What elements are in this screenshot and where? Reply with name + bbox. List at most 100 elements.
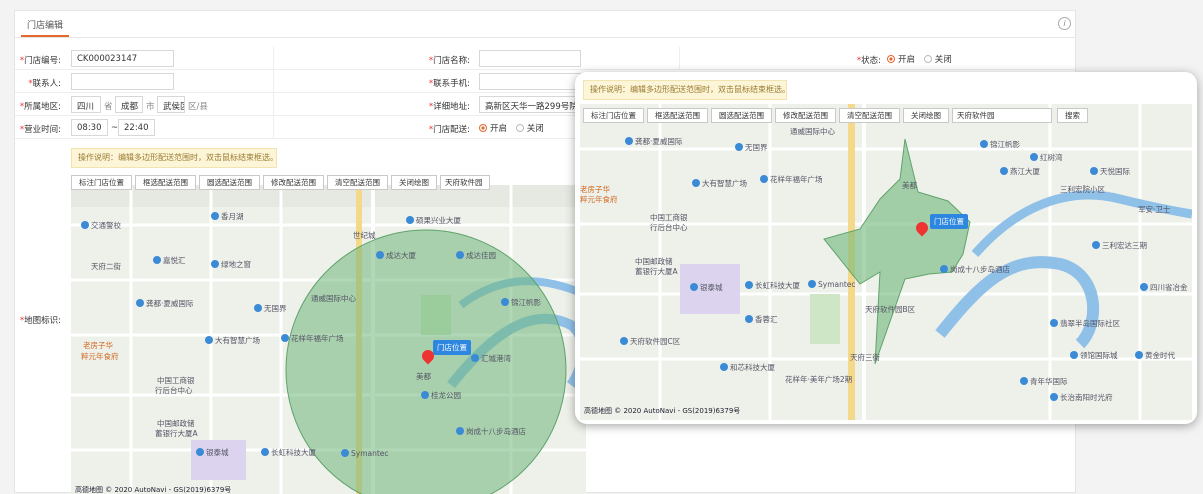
poi-label: 领馆国际城 (1080, 351, 1118, 360)
region-label: *所属地区: (19, 102, 61, 112)
poi-icon (501, 298, 509, 306)
poi-icon (735, 143, 743, 151)
poi-icon (1070, 351, 1078, 359)
clear-range-button[interactable]: 清空配送范围 (327, 175, 388, 190)
map-view[interactable]: 交通警校 嘉悦汇 香月湖 绿地之窗 龚都·夏威国际 无国界 大有智慧广场 花样年… (71, 185, 586, 494)
poi-label: 三利宏达三期 (1102, 241, 1147, 250)
store-name-label: *门店名称: (428, 56, 470, 66)
status-on-radio[interactable]: 开启 (887, 55, 915, 65)
poi-label: 花样年福年广场 (770, 175, 823, 184)
poi-icon (341, 449, 349, 457)
poi-label: 长虹科技大厦 (271, 448, 316, 457)
map-notice: 操作说明：编辑多边形配送范围时，双击鼠标结束框选。 (71, 148, 278, 168)
poi-icon (745, 315, 753, 323)
poi-label: 成达大厦 (386, 251, 416, 260)
status-radio-group: 开启 关闭 (887, 53, 958, 65)
hours-start-input[interactable]: 08:30 (71, 119, 108, 136)
poi-icon (153, 256, 161, 264)
poi-label: 天府二街 (91, 262, 121, 271)
poi-label: 银泰城 (700, 283, 723, 292)
map-mark-label: *地图标识: (19, 316, 61, 326)
poi-label: 行后台中心 (650, 223, 688, 232)
popup-search-button[interactable]: 搜索 (1057, 108, 1088, 123)
tab-bar: 门店编辑 i (15, 11, 1075, 38)
popup-circle-select-button[interactable]: 圆选配送范围 (711, 108, 772, 123)
map-toolbar: 标注门店位置 框选配送范围 圆选配送范围 修改配送范围 清空配送范围 关闭绘图 … (71, 175, 490, 190)
poi-icon (196, 448, 204, 456)
poi-label: 天府软件园C区 (630, 337, 681, 346)
delivery-on-radio[interactable]: 开启 (479, 124, 507, 134)
poi-icon (980, 140, 988, 148)
poi-label: 青年华国际 (1030, 377, 1068, 386)
popup-edit-range-button[interactable]: 修改配送范围 (775, 108, 836, 123)
city-select[interactable]: 成都 (115, 96, 143, 113)
store-name-input[interactable] (479, 50, 581, 67)
delivery-label: *门店配送: (428, 125, 470, 135)
poi-label: Symantec (818, 280, 856, 289)
poi-label: 粹元年食府 (81, 352, 119, 361)
poi-icon (1020, 377, 1028, 385)
city-unit: 市 (146, 102, 155, 112)
poi-icon (421, 391, 429, 399)
district-select[interactable]: 武侯区 (157, 96, 185, 113)
poi-icon (1140, 283, 1148, 291)
hours-end-input[interactable]: 22:40 (118, 119, 155, 136)
popup-map-view[interactable]: 龚都·夏威国际 无国界 大有智慧广场 花样年福年广场 老房子华 粹元年食府 中国… (580, 104, 1192, 420)
phone-label: *联系手机: (428, 79, 470, 89)
store-no-input[interactable]: CK000023147 (71, 50, 174, 67)
poi-icon (1030, 153, 1038, 161)
poi-label: 长虹科技大厦 (755, 281, 800, 290)
poi-label: 银泰城 (206, 448, 229, 457)
mark-store-button[interactable]: 标注门店位置 (71, 175, 132, 190)
box-select-button[interactable]: 框选配送范围 (135, 175, 196, 190)
polygon-preview-popup: 操作说明：编辑多边形配送范围时，双击鼠标结束框选。 龚都·夏威国际 无国界 大有… (575, 72, 1197, 424)
delivery-off-radio[interactable]: 关闭 (515, 124, 544, 134)
poi-label: 蓄银行大厦A (635, 267, 678, 276)
phone-input[interactable] (479, 73, 581, 90)
poi-icon (1092, 241, 1100, 249)
poi-label: 四川省冶金 (1150, 283, 1188, 292)
poi-icon (692, 179, 700, 187)
popup-box-select-button[interactable]: 框选配送范围 (647, 108, 708, 123)
close-draw-button[interactable]: 关闭绘图 (391, 175, 437, 190)
status-off-radio[interactable]: 关闭 (923, 55, 952, 65)
popup-map-copyright: 高德地图 © 2020 AutoNavi - GS(2019)6379号 (584, 407, 741, 415)
poi-label: Symantec (351, 449, 389, 458)
map-search-input[interactable]: 天府软件园 (440, 175, 490, 190)
poi-label: 岗成十八步岛酒店 (950, 265, 1010, 274)
poi-label: 岗成十八步岛酒店 (466, 427, 526, 436)
popup-close-draw-button[interactable]: 关闭绘图 (903, 108, 949, 123)
poi-icon (406, 216, 414, 224)
poi-label: 三利宏院小区 (1060, 185, 1105, 194)
poi-icon (261, 448, 269, 456)
poi-icon (620, 337, 628, 345)
poi-label: 交通警校 (91, 221, 121, 230)
poi-icon (376, 251, 384, 259)
poi-label: 天府软件园B区 (865, 305, 916, 314)
poi-icon (1000, 167, 1008, 175)
popup-mark-store-button[interactable]: 标注门店位置 (583, 108, 644, 123)
poi-icon (471, 354, 479, 362)
address-input[interactable]: 高新区天华一路299号院 (479, 96, 589, 113)
poi-label: 锦江帆影 (511, 298, 541, 307)
poi-label: 香蓉汇 (755, 315, 778, 324)
poi-icon (81, 221, 89, 229)
province-select[interactable]: 四川 (71, 96, 101, 113)
poi-icon (136, 299, 144, 307)
contact-input[interactable] (71, 73, 174, 90)
poi-icon (808, 280, 816, 288)
tab-store-edit[interactable]: 门店编辑 (21, 18, 70, 37)
poi-label: 蓄银行大厦A (155, 429, 198, 438)
poi-label: 通威国际中心 (790, 127, 835, 136)
popup-clear-range-button[interactable]: 清空配送范围 (839, 108, 900, 123)
poi-label: 成达佳园 (466, 251, 496, 260)
store-location-label: 门店位置 (433, 340, 471, 355)
info-icon[interactable]: i (1058, 17, 1071, 30)
circle-select-button[interactable]: 圆选配送范围 (199, 175, 260, 190)
popup-map-search-input[interactable]: 天府软件园 (952, 108, 1052, 123)
delivery-radio-group: 开启 关闭 (479, 122, 550, 134)
popup-store-location-label: 门店位置 (930, 214, 968, 229)
edit-range-button[interactable]: 修改配送范围 (263, 175, 324, 190)
poi-label: 翡翠半岛国际社区 (1060, 319, 1120, 328)
poi-icon (456, 427, 464, 435)
